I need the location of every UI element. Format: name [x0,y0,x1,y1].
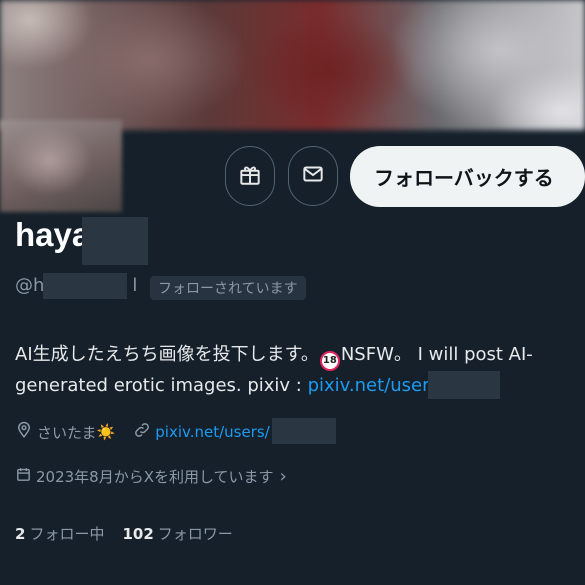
no-under-18-icon: 18 [319,351,340,371]
follow-back-button[interactable]: フォローバックする [350,146,585,207]
message-button[interactable] [288,146,338,206]
profile-meta: さいたま ☀️ pixiv.net/users/ [15,420,270,444]
sun-emoji: ☀️ [96,423,116,441]
followers-label[interactable]: フォロワー [158,523,233,544]
calendar-icon [15,466,36,487]
following-count[interactable]: 2 [15,525,25,543]
followers-count[interactable]: 102 [122,525,153,543]
handle-suffix: l [132,275,138,296]
website-link[interactable]: pixiv.net/users/ [155,423,269,441]
join-date[interactable]: 2023年8月からXを利用しています › [15,466,287,487]
handle-text: @h [15,275,45,296]
bio-link[interactable]: pixiv.net/users/ [308,375,445,396]
location-icon [15,421,37,443]
gift-button[interactable] [225,146,275,206]
profile-banner[interactable] [0,0,585,130]
display-name: haya [15,216,91,253]
link-icon [133,421,155,443]
follows-you-badge: フォローされています [150,276,306,300]
bio-text: AI生成したえちち画像を投下します。 [15,344,319,365]
mail-icon [300,161,326,191]
follow-stats: 2 フォロー中 102 フォロワー [15,523,251,544]
chevron-right-icon: › [279,466,287,487]
profile-avatar[interactable] [0,120,122,212]
redaction-block [428,371,500,399]
redaction-block [43,273,127,299]
redaction-block [272,418,336,444]
gift-icon [237,161,263,191]
website[interactable]: pixiv.net/users/ [133,421,270,443]
location: さいたま ☀️ [15,421,115,443]
following-label[interactable]: フォロー中 [29,523,104,544]
join-date-text: 2023年8月からXを利用しています [36,468,274,486]
redaction-block [82,217,148,265]
location-text: さいたま [37,423,97,442]
